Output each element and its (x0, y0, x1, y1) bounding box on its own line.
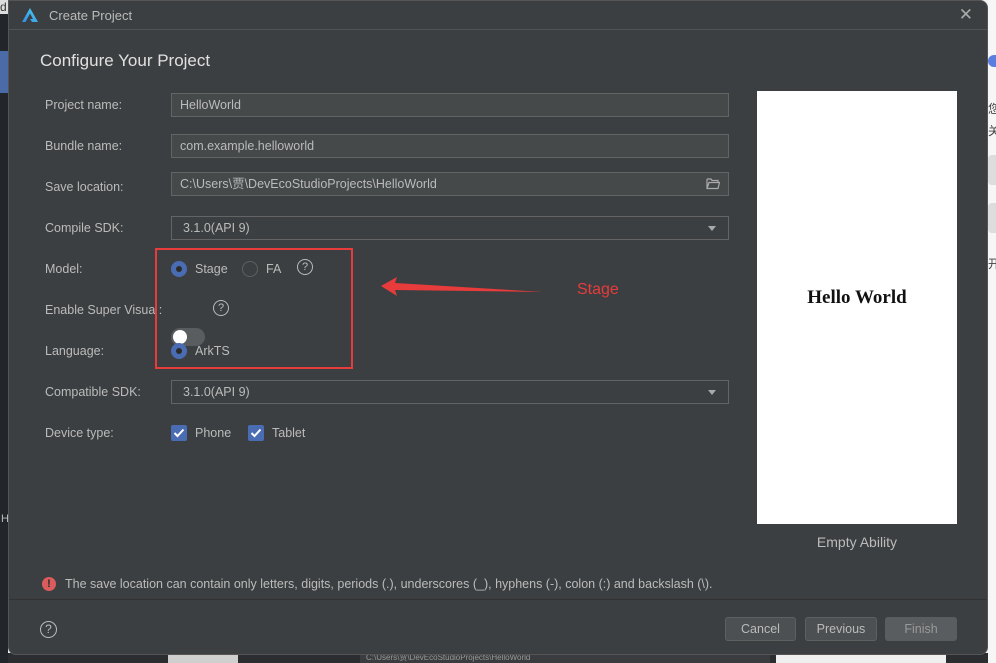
finish-button[interactable]: Finish (885, 617, 957, 641)
background-app-right-edge: 您 关 开 (988, 0, 996, 663)
project-name-label: Project name: (45, 98, 123, 112)
save-location-label: Save location: (45, 180, 124, 194)
previous-button[interactable]: Previous (805, 617, 877, 641)
background-panel-fragment (988, 155, 996, 185)
template-preview: Hello World (757, 91, 957, 524)
background-selected-item (0, 51, 8, 93)
page-title: Configure Your Project (40, 51, 211, 70)
super-visual-label: Enable Super Visua : (45, 303, 163, 317)
device-type-tablet-label: Tablet (272, 426, 306, 440)
compile-sdk-select[interactable]: 3.1.0(API 9) (171, 216, 729, 240)
project-name-input[interactable]: HelloWorld (171, 93, 729, 117)
save-location-field[interactable]: C:\Users\贾\DevEcoStudioProjects\HelloWor… (171, 172, 729, 196)
error-icon: ! (42, 577, 56, 591)
background-app-left-edge: d H (0, 0, 9, 663)
compatible-sdk-select[interactable]: 3.1.0(API 9) (171, 380, 729, 404)
annotation-highlight-box (155, 248, 353, 369)
cancel-button[interactable]: Cancel (725, 617, 796, 641)
checkbox-checked-icon[interactable] (171, 425, 187, 441)
device-type-phone-label: Phone (195, 426, 232, 440)
device-type-tablet[interactable]: Tablet (248, 425, 305, 441)
close-icon[interactable]: ✕ (959, 6, 973, 24)
device-type-label: Device type: (45, 426, 114, 440)
background-text-fragment: 您 (988, 102, 996, 116)
folder-icon[interactable] (706, 177, 720, 190)
background-text-fragment: 开 (988, 257, 996, 271)
footer-divider (9, 599, 987, 600)
validation-error: ! The save location can contain only let… (42, 577, 713, 591)
checkbox-checked-icon[interactable] (248, 425, 264, 441)
deveco-logo-icon (22, 8, 38, 22)
background-panel-fragment (988, 203, 996, 233)
template-name: Empty Ability (816, 534, 898, 550)
compile-sdk-value: 3.1.0(API 9) (183, 221, 250, 235)
chevron-down-icon (708, 390, 716, 395)
background-text-fragment: 关 (988, 124, 996, 138)
bundle-name-input[interactable]: com.example.helloworld (171, 134, 729, 158)
error-message: The save location can contain only lette… (65, 577, 713, 591)
compatible-sdk-label: Compatible SDK: (45, 385, 141, 399)
language-label: Language: (45, 344, 105, 358)
bundle-name-label: Bundle name: (45, 139, 123, 153)
background-text-fragment: d (0, 0, 8, 14)
background-accent-pill (988, 55, 996, 67)
annotation-arrow-icon (381, 277, 543, 296)
save-location-input[interactable]: C:\Users\贾\DevEcoStudioProjects\HelloWor… (180, 177, 437, 191)
create-project-dialog: Create Project ✕ Configure Your Project … (8, 0, 988, 655)
preview-hello-world-text: Hello World (807, 287, 907, 308)
model-label: Model: (45, 262, 83, 276)
device-type-phone[interactable]: Phone (171, 425, 231, 441)
compile-sdk-label: Compile SDK: (45, 221, 124, 235)
compatible-sdk-value: 3.1.0(API 9) (183, 385, 250, 399)
dialog-title: Create Project (49, 7, 133, 23)
help-icon[interactable]: ? (40, 621, 57, 638)
annotation-label: Stage (577, 281, 619, 298)
chevron-down-icon (708, 226, 716, 231)
dialog-titlebar[interactable]: Create Project ✕ (9, 1, 987, 30)
